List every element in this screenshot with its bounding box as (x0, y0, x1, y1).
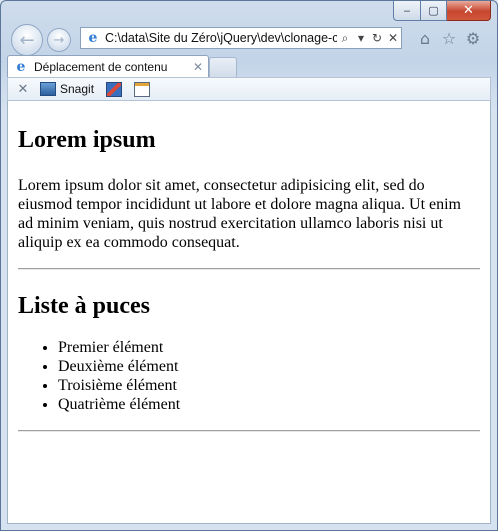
snagit-capture-icon[interactable] (106, 81, 123, 97)
tab-close-icon[interactable]: ✕ (190, 60, 206, 74)
page-content: Lorem ipsum Lorem ipsum dolor sit amet, … (7, 101, 491, 524)
command-bar: ✕ Snagit (7, 77, 491, 101)
tools-icon[interactable]: ⚙ (464, 29, 482, 48)
close-button[interactable]: ✕ (447, 1, 491, 21)
page-heading-list: Liste à puces (18, 293, 150, 319)
tab-title: Déplacement de contenu (34, 59, 168, 74)
address-url[interactable]: C:\data\Site du Zéro\jQuery\dev\clonage-… (105, 31, 337, 45)
forward-button[interactable]: → (47, 28, 71, 52)
dropdown-icon[interactable]: ▾ (353, 31, 369, 45)
list-item: Troisième élément (58, 376, 480, 395)
ie-page-icon: e (88, 30, 98, 46)
divider (18, 430, 480, 432)
navigation-bar: ← → e C:\data\Site du Zéro\jQuery\dev\cl… (7, 23, 491, 56)
command-bar-close-icon[interactable]: ✕ (14, 81, 32, 97)
snagit-icon[interactable] (40, 82, 56, 96)
new-tab-button[interactable] (209, 57, 237, 77)
tab-active[interactable]: e Déplacement de contenu ✕ (7, 55, 209, 77)
refresh-icon[interactable]: ↻ (369, 31, 385, 45)
snagit-button-label[interactable]: Snagit (60, 82, 94, 96)
divider (18, 268, 480, 270)
bullet-list: Premier élément Deuxième élément Troisiè… (18, 338, 480, 414)
snagit-editor-icon[interactable] (134, 81, 151, 97)
list-item: Deuxième élément (58, 357, 480, 376)
list-item: Premier élément (58, 338, 480, 357)
home-icon[interactable]: ⌂ (416, 29, 434, 48)
address-bar[interactable]: e C:\data\Site du Zéro\jQuery\dev\clonag… (80, 27, 402, 49)
caption-buttons: ‒ ▢ ✕ (393, 1, 491, 21)
favorites-icon[interactable]: ☆ (440, 29, 458, 48)
list-item: Quatrième élément (58, 395, 480, 414)
ie-tab-icon: e (16, 58, 26, 75)
back-button[interactable]: ← (11, 24, 43, 56)
tab-strip: e Déplacement de contenu ✕ (1, 55, 497, 77)
page-paragraph: Lorem ipsum dolor sit amet, consectetur … (18, 177, 461, 251)
page-heading-lorem: Lorem ipsum (18, 127, 156, 153)
search-icon[interactable]: ⌕ (337, 31, 353, 46)
stop-icon[interactable]: ✕ (385, 31, 401, 45)
minimize-button[interactable]: ‒ (393, 1, 421, 21)
browser-window: ‒ ▢ ✕ ← → e C:\data\Site du Zéro\jQuery\… (0, 0, 498, 531)
maximize-button[interactable]: ▢ (421, 1, 447, 21)
